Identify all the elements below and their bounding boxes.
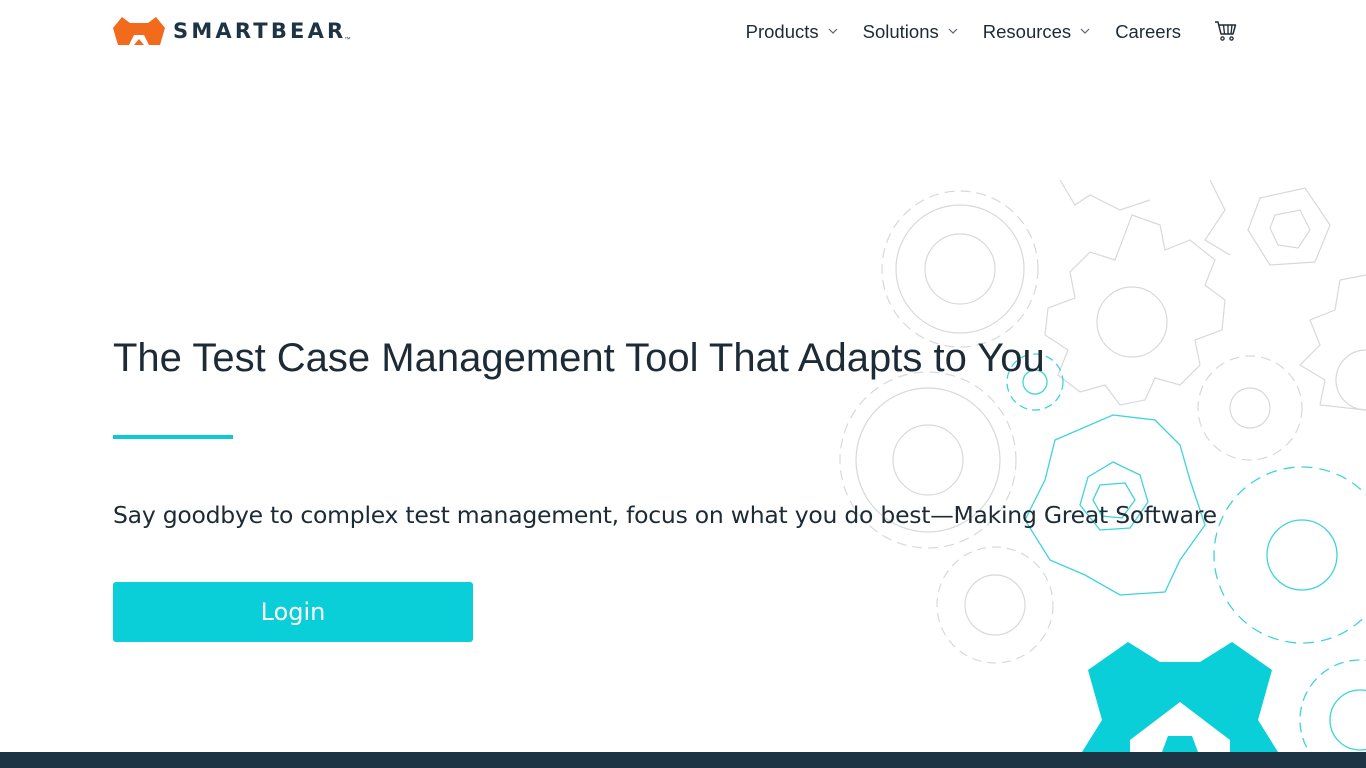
site-header: SMARTBEAR ™ Products Solutions Resources… — [0, 0, 1366, 64]
logo-trademark: ™ — [344, 37, 351, 43]
smartbear-logo[interactable]: SMARTBEAR ™ — [113, 16, 350, 46]
bear-mark-icon — [1082, 642, 1278, 752]
login-button[interactable]: Login — [113, 582, 473, 642]
nav-item-resources[interactable]: Resources — [983, 21, 1090, 43]
page: SMARTBEAR ™ Products Solutions Resources… — [0, 0, 1366, 768]
bear-head-icon — [113, 17, 165, 45]
chevron-down-icon — [948, 28, 958, 34]
hero-divider — [113, 435, 233, 439]
nav-item-label: Careers — [1115, 21, 1181, 42]
nav-item-products[interactable]: Products — [746, 21, 838, 43]
cart-button[interactable] — [1214, 20, 1238, 47]
hero-subtitle: Say goodbye to complex test management, … — [113, 501, 1217, 529]
chevron-down-icon — [1080, 28, 1090, 34]
shopping-cart-icon — [1215, 21, 1237, 41]
nav-item-label: Resources — [982, 21, 1072, 42]
hero-title: The Test Case Management Tool That Adapt… — [113, 336, 1045, 380]
nav-item-label: Solutions — [862, 21, 939, 42]
main-nav: Products Solutions Resources Careers — [746, 18, 1181, 46]
nav-item-label: Products — [745, 21, 819, 42]
logo-wordmark: SMARTBEAR — [173, 19, 347, 43]
chevron-down-icon — [828, 28, 838, 34]
nav-item-careers[interactable]: Careers — [1115, 21, 1181, 43]
nav-item-solutions[interactable]: Solutions — [863, 21, 958, 43]
footer-bar — [0, 752, 1366, 768]
